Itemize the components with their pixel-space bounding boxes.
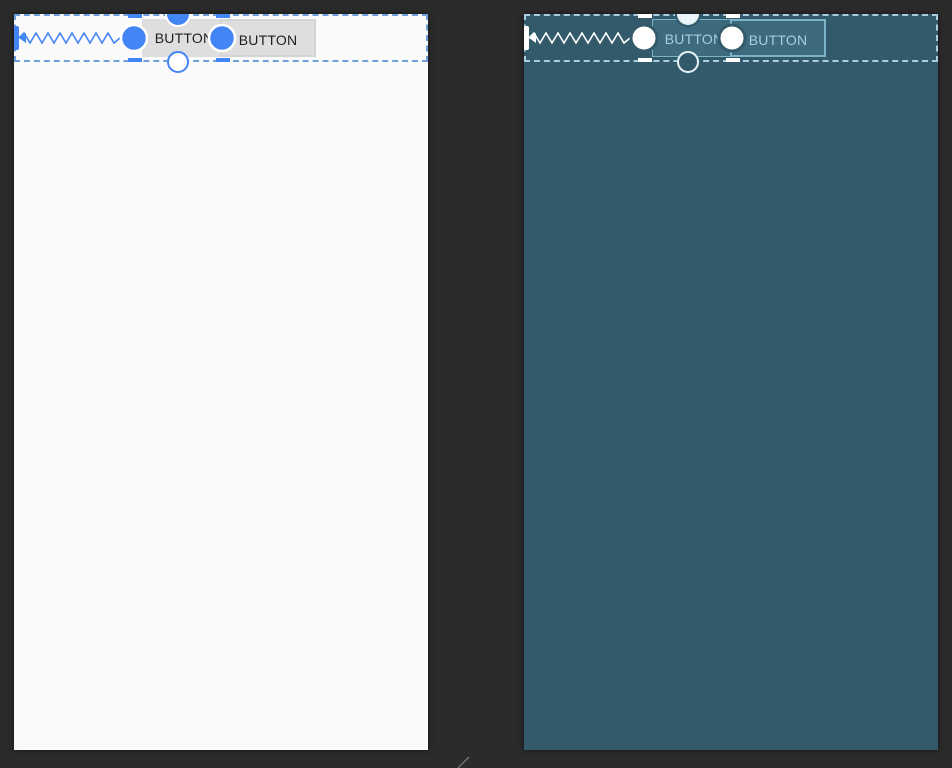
design-view-panel: BUTTON BUTTON	[14, 14, 428, 750]
button-1-label: BUTTON	[664, 31, 724, 47]
button-2[interactable]: BUTTON	[730, 19, 826, 57]
blueprint-view-panel: BUTTON BUTTON	[524, 14, 938, 750]
button-2-label: BUTTON	[748, 32, 808, 48]
canvas-resize-grip-icon[interactable]	[456, 756, 470, 768]
button-1[interactable]: BUTTON	[652, 19, 736, 57]
button-1[interactable]: BUTTON	[142, 19, 226, 57]
button-2-label: BUTTON	[238, 32, 298, 48]
button-1-label: BUTTON	[154, 30, 214, 46]
button-2[interactable]: BUTTON	[220, 19, 316, 57]
